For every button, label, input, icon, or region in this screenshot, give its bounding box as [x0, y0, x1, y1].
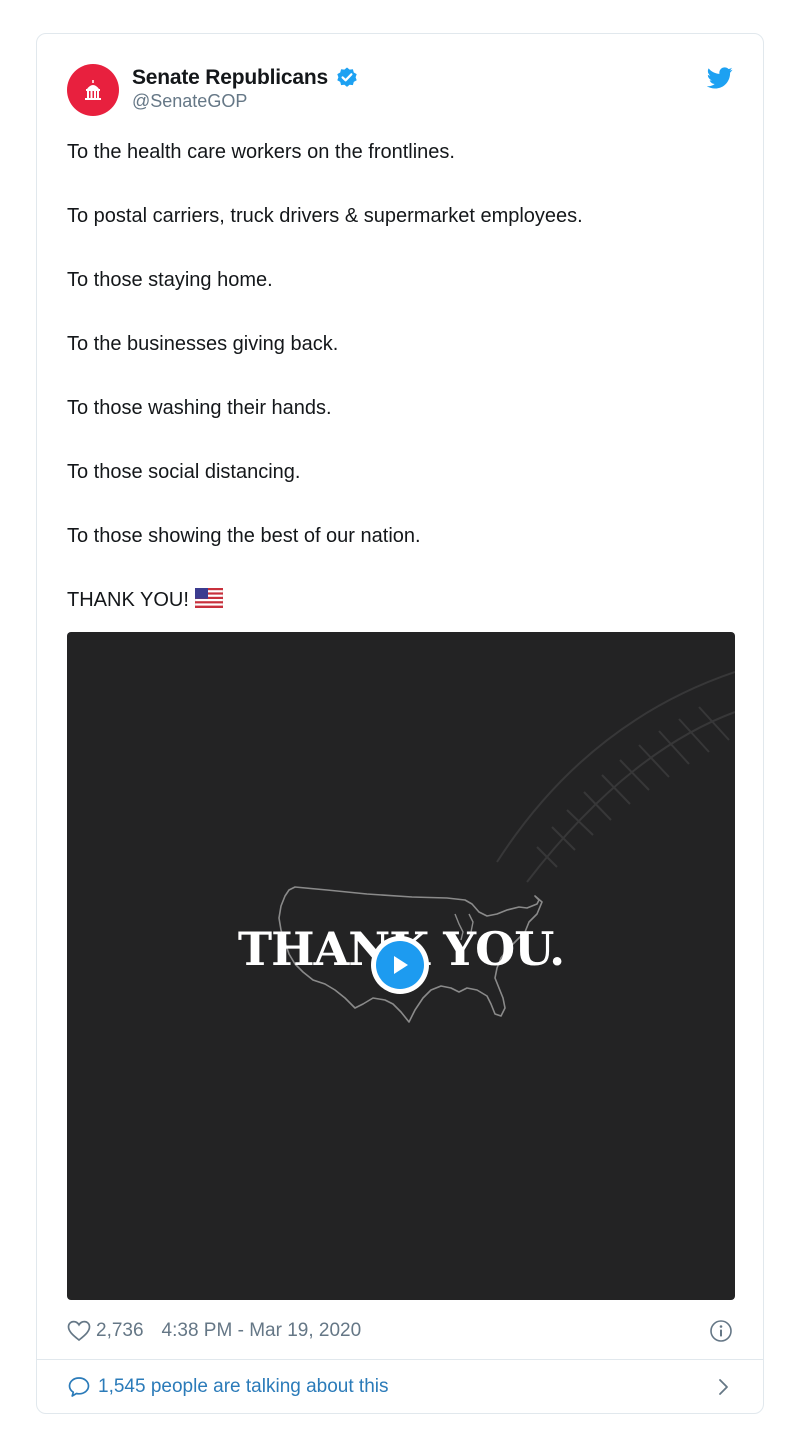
account-info[interactable]: Senate Republicans @SenateGOP: [132, 66, 359, 112]
verified-badge-icon: [337, 67, 357, 87]
tweet-line: To those staying home.: [67, 269, 273, 291]
tweet-line-last: THANK YOU!: [67, 587, 737, 613]
info-icon[interactable]: [709, 1319, 733, 1343]
tweet-line: To those social distancing.: [67, 461, 301, 483]
like-button[interactable]: 2,736: [67, 1320, 144, 1342]
twitter-bird-icon[interactable]: [707, 67, 733, 89]
us-flag-icon: [194, 588, 223, 608]
tweet-card: Senate Republicans @SenateGOP To the hea…: [36, 33, 764, 1414]
divider: [37, 1359, 763, 1360]
timestamp[interactable]: 4:38 PM - Mar 19, 2020: [162, 1320, 362, 1342]
tweet-thank-you: THANK YOU!: [67, 589, 189, 611]
conversation-count-text[interactable]: 1,545 people are talking about this: [98, 1376, 389, 1398]
avatar[interactable]: [67, 64, 119, 116]
speech-bubble-icon: [68, 1377, 90, 1397]
tweet-line: To the health care workers on the frontl…: [67, 141, 455, 163]
video-player[interactable]: THANK YOU.: [67, 632, 735, 1300]
heart-icon: [67, 1320, 91, 1342]
account-handle[interactable]: @SenateGOP: [132, 91, 359, 112]
tweet-line: To postal carriers, truck drivers & supe…: [67, 205, 583, 227]
capitol-icon: [85, 80, 101, 100]
play-icon: [394, 956, 408, 974]
tweet-line: To those washing their hands.: [67, 397, 332, 419]
display-name[interactable]: Senate Republicans: [132, 66, 328, 90]
chevron-right-icon[interactable]: [717, 1377, 731, 1397]
tweet-meta: 2,736 4:38 PM - Mar 19, 2020: [67, 1317, 735, 1345]
conversation-link[interactable]: 1,545 people are talking about this: [67, 1373, 735, 1401]
tweet-line: To those showing the best of our nation.: [67, 525, 421, 547]
play-button[interactable]: [371, 936, 429, 994]
tweet-text: To the health care workers on the frontl…: [67, 139, 737, 651]
tweet-line: To the businesses giving back.: [67, 333, 339, 355]
like-count: 2,736: [96, 1320, 144, 1341]
